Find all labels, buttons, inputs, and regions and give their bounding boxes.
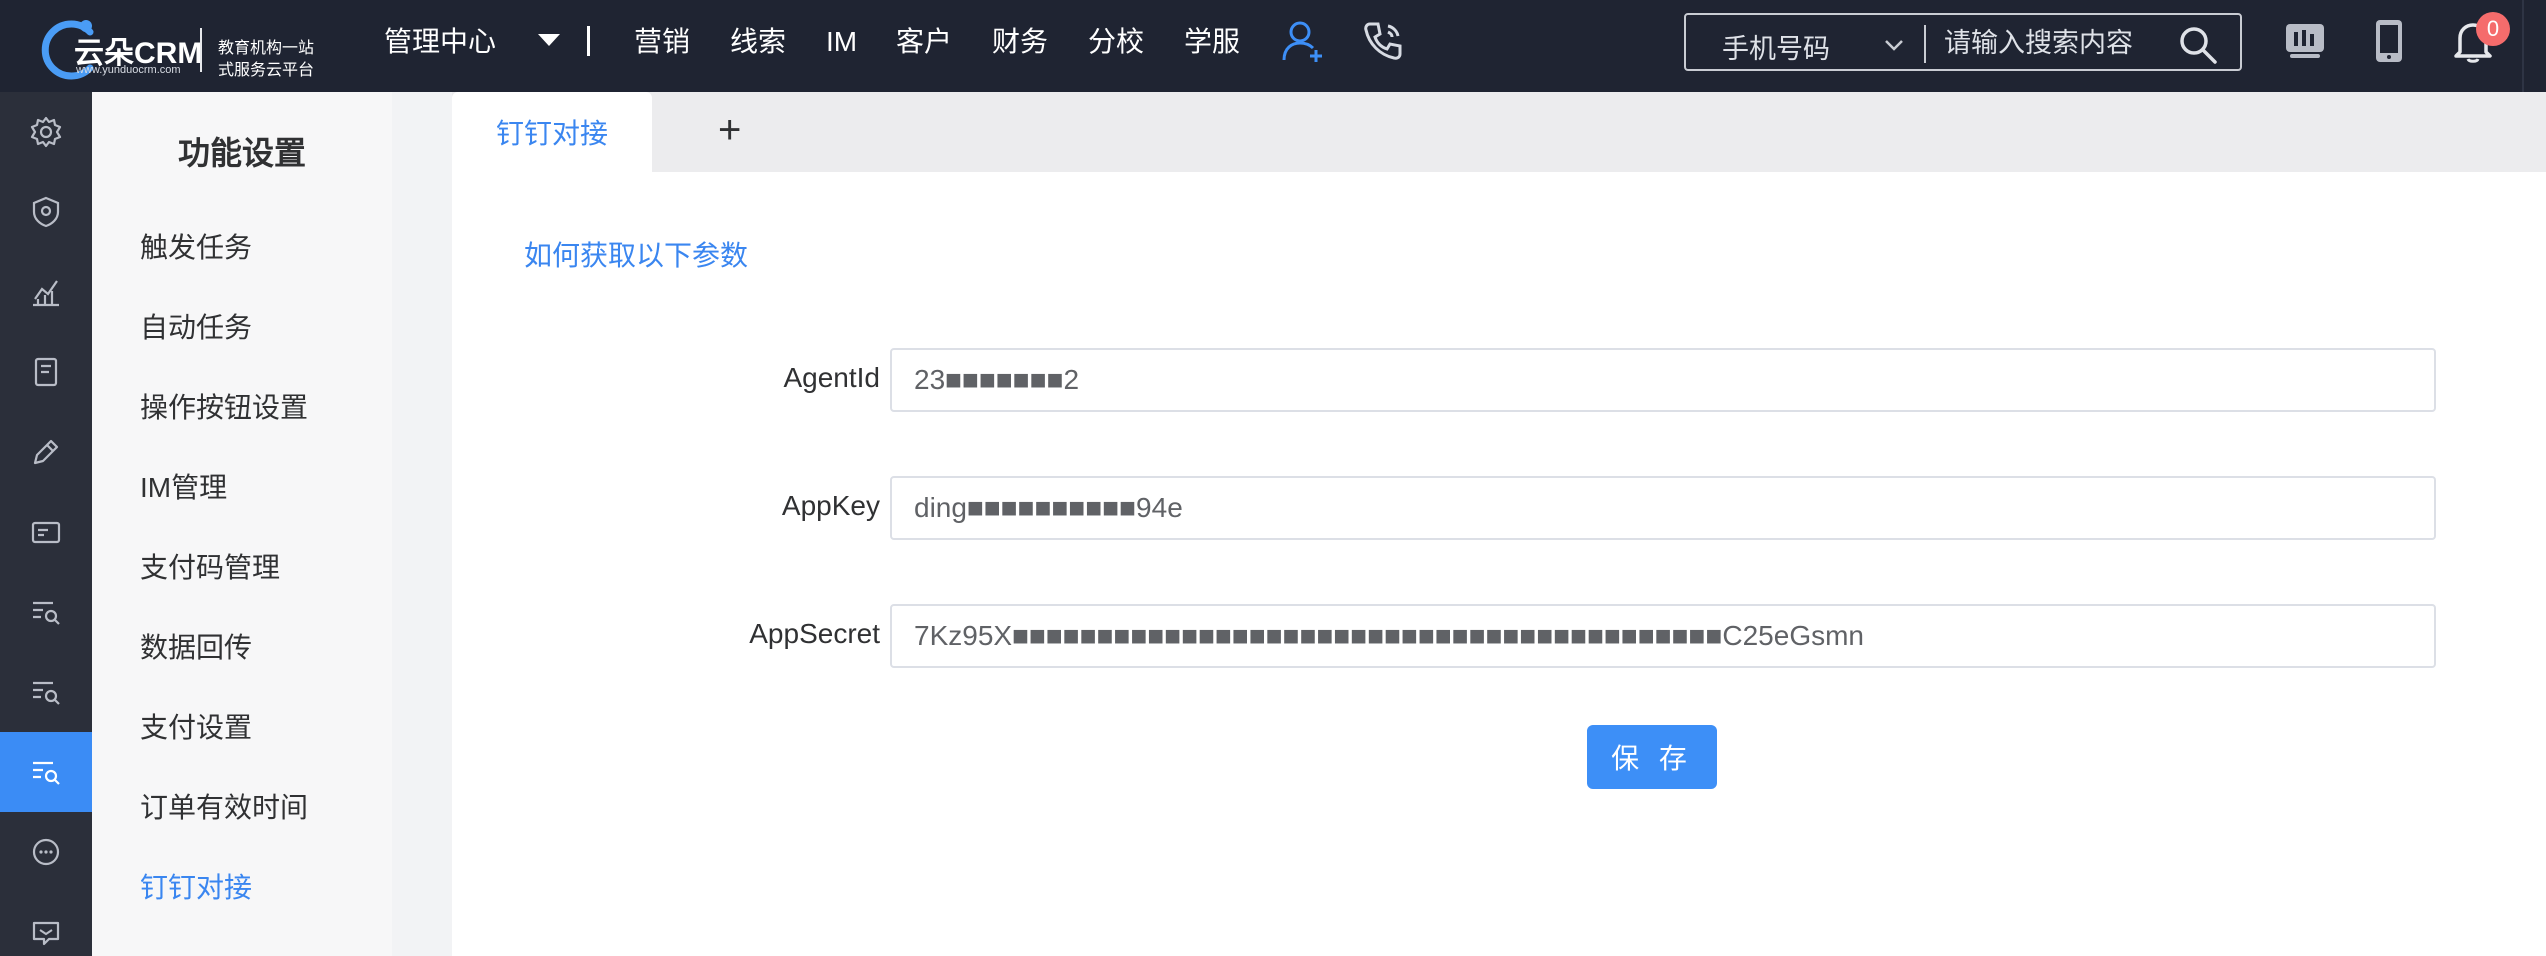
add-user-icon[interactable]: [1280, 18, 1326, 64]
logo-slogan-line1: 教育机构一站: [218, 40, 315, 57]
tab-dingtalk[interactable]: 钉钉对接: [452, 92, 652, 172]
logo[interactable]: 云朵CRM www.yunduocrm.com 教育机构一站 式服务云平台: [36, 6, 326, 86]
sidebar-item-security[interactable]: [0, 172, 92, 252]
nav-leads[interactable]: 线索: [730, 22, 786, 62]
settings-submenu: 功能设置 触发任务 自动任务 操作按钮设置 IM管理 支付码管理 数据回传 支付…: [92, 92, 392, 956]
global-search: 手机号码: [1684, 13, 2242, 71]
logo-slogan-line2: 式服务云平台: [218, 62, 315, 79]
submenu-item-order-validity[interactable]: 订单有效时间: [140, 786, 308, 826]
sidebar-item-search-list-2[interactable]: [0, 652, 92, 732]
gear-icon: [30, 116, 62, 148]
window-edge: [2522, 0, 2524, 92]
nav-finance[interactable]: 财务: [992, 22, 1048, 62]
submenu-item-trigger-tasks[interactable]: 触发任务: [140, 226, 252, 266]
nav-separator: [587, 26, 590, 56]
submenu-item-payment-codes[interactable]: 支付码管理: [140, 546, 280, 586]
save-button[interactable]: 保 存: [1587, 725, 1717, 789]
list-search-icon: [33, 601, 60, 625]
submenu-item-im-management[interactable]: IM管理: [140, 466, 227, 506]
document-icon: [34, 357, 58, 387]
edit-icon: [33, 439, 59, 465]
top-bar: 云朵CRM www.yunduocrm.com 教育机构一站 式服务云平台 管理…: [0, 0, 2546, 92]
chevron-down-icon[interactable]: [1882, 33, 1906, 57]
search-input[interactable]: [1944, 23, 2164, 63]
add-tab-button[interactable]: +: [718, 110, 741, 150]
list-search-icon: [33, 761, 60, 785]
sidebar-item-function-settings[interactable]: [0, 732, 92, 812]
admin-caret-down-icon[interactable]: [538, 34, 560, 46]
message-icon: [32, 921, 60, 946]
sidebar-item-messages[interactable]: [0, 892, 92, 956]
nav-branch[interactable]: 分校: [1088, 22, 1144, 62]
search-type-select[interactable]: 手机号码: [1722, 27, 1830, 66]
submenu-item-payment-settings[interactable]: 支付设置: [140, 706, 252, 746]
main-content: 钉钉对接 + 如何获取以下参数 AgentId AppKey AppSecret…: [452, 92, 2546, 956]
submenu-title: 功能设置: [178, 135, 307, 171]
sidebar-item-search-list-1[interactable]: [0, 572, 92, 652]
list-search-icon: [33, 681, 60, 705]
appkey-label: AppKey: [781, 490, 880, 521]
logo-divider: [200, 28, 202, 72]
logo-url: www.yunduocrm.com: [76, 64, 181, 76]
submenu-item-action-buttons[interactable]: 操作按钮设置: [140, 386, 308, 426]
search-icon[interactable]: [2178, 25, 2218, 65]
nav-marketing[interactable]: 营销: [634, 22, 690, 62]
nav-im[interactable]: IM: [826, 22, 857, 62]
sidebar-item-edit[interactable]: [0, 412, 92, 492]
tab-bar: 钉钉对接 +: [452, 92, 2546, 172]
agentid-label: AgentId: [783, 362, 880, 393]
card-icon: [31, 521, 61, 544]
sidebar-item-statistics[interactable]: [0, 252, 92, 332]
sidebar-rail: [0, 92, 92, 956]
sidebar-item-chat[interactable]: [0, 812, 92, 892]
agentid-input[interactable]: [890, 348, 2436, 412]
chart-icon: [33, 280, 59, 307]
admin-center-menu[interactable]: 管理中心: [384, 22, 496, 62]
sidebar-item-settings[interactable]: [0, 92, 92, 172]
notification-badge: 0: [2476, 12, 2510, 46]
chat-icon: [32, 838, 60, 866]
search-divider: [1924, 25, 1926, 63]
appkey-input[interactable]: [890, 476, 2436, 540]
nav-customers[interactable]: 客户: [896, 22, 952, 62]
tab-label: 钉钉对接: [496, 118, 609, 149]
submenu-item-auto-tasks[interactable]: 自动任务: [140, 306, 252, 346]
sidebar-item-cards[interactable]: [0, 492, 92, 572]
nav-student-service[interactable]: 学服: [1184, 22, 1240, 62]
appsecret-label: AppSecret: [749, 618, 880, 649]
submenu-item-dingtalk[interactable]: 钉钉对接: [140, 866, 252, 906]
appsecret-input[interactable]: [890, 604, 2436, 668]
phone-call-icon[interactable]: [1360, 18, 1406, 64]
help-link[interactable]: 如何获取以下参数: [524, 234, 748, 274]
mobile-icon[interactable]: [2364, 16, 2414, 66]
shield-icon: [32, 196, 60, 228]
sidebar-item-documents[interactable]: [0, 332, 92, 412]
monitor-icon[interactable]: [2280, 16, 2330, 66]
submenu-item-data-callback[interactable]: 数据回传: [140, 626, 252, 666]
